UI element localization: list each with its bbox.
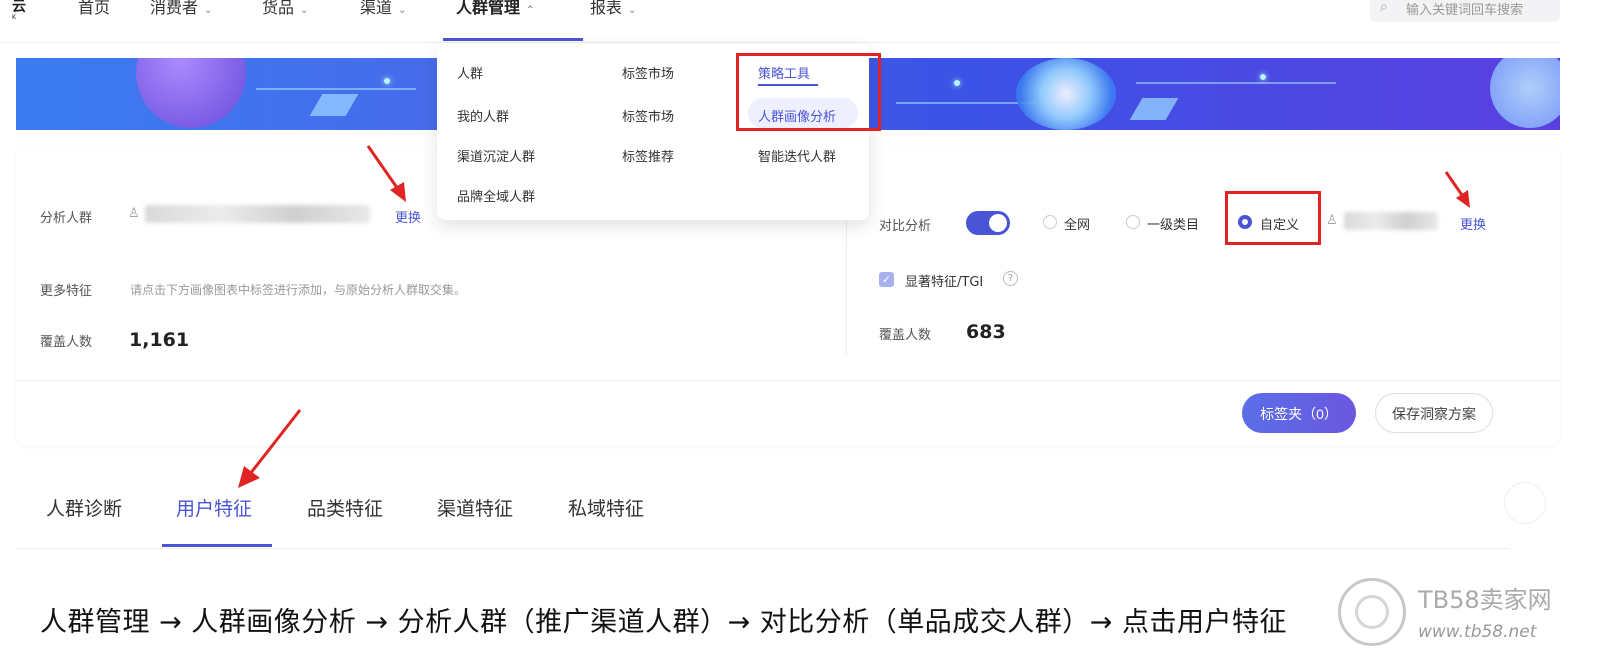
annotation-arrow [238,409,302,488]
banner-node [384,78,390,84]
search-input[interactable]: ⌕ 输入关键词回车搜索 [1370,0,1560,22]
compare-coverage-value: 683 [966,321,1006,343]
banner-node [954,80,960,86]
chevron-down-icon: ⌄ [628,5,637,16]
nav-active-indicator [443,38,583,41]
compare-analysis-toggle[interactable] [966,211,1010,235]
menu-item-tag-market[interactable]: 标签市场 [622,63,674,82]
nav-goods-label: 货品 [262,0,295,17]
banner-circuit-line [896,102,1036,104]
nav-home[interactable]: 首页 [78,0,110,18]
radio-first-category[interactable] [1126,215,1140,229]
menu-item-crowd[interactable]: 人群 [457,63,483,82]
chevron-down-icon: ⌄ [300,5,309,16]
analysis-crowd-name-blurred [145,205,370,223]
nav-goods[interactable]: 货品 ⌄ [262,0,308,18]
banner-cube-decoration [1129,98,1179,120]
annotation-highlight-box [1225,191,1321,245]
compare-coverage-label: 覆盖人数 [879,328,932,343]
watermark-logo-icon [1338,578,1406,646]
tab-private-domain-features[interactable]: 私域特征 [568,494,644,521]
user-icon: ♙ [1326,213,1338,228]
menu-item-smart-iterative-crowd[interactable]: 智能迭代人群 [758,146,836,165]
logo-text: 云 [12,0,26,15]
tag-folder-button[interactable]: 标签夹（0） [1242,393,1356,433]
menu-item-tag-recommend[interactable]: 标签推荐 [622,146,674,165]
logo-subtext: K [12,14,16,21]
chevron-down-icon: ⌄ [204,5,213,16]
banner-globe-illustration [1016,58,1116,130]
tab-channel-features[interactable]: 渠道特征 [437,494,513,521]
watermark-title: TB58卖家网 [1418,586,1552,614]
search-icon: ⌕ [1380,0,1388,15]
top-nav: 云 K 首页 消费者 ⌄ 货品 ⌄ 渠道 ⌄ 人群管理 ⌃ 报表 ⌄ ⌕ 输入关键词回车搜… [0,0,1560,43]
radio-first-category-label: 一级类目 [1147,218,1200,233]
toggle-knob [989,214,1007,232]
help-icon[interactable]: ? [1003,271,1018,286]
banner-cube-decoration [309,94,359,116]
banner-circuit-line [256,88,416,90]
tab-category-features[interactable]: 品类特征 [307,494,383,521]
active-tab-indicator [162,544,272,547]
analysis-crowd-label: 分析人群 [40,211,93,226]
annotation-arrow [366,145,406,202]
significant-feature-checkbox[interactable]: ✓ [879,272,894,287]
menu-item-channel-crowd[interactable]: 渠道沉淀人群 [457,146,535,165]
compare-crowd-name-blurred [1344,212,1438,230]
more-features-hint: 请点击下方画像图表中标签进行添加，与原始分析人群取交集。 [130,283,467,297]
search-placeholder: 输入关键词回车搜索 [1406,3,1524,18]
menu-item-tag-market-2[interactable]: 标签市场 [622,106,674,125]
compare-analysis-label: 对比分析 [879,219,932,234]
nav-reports[interactable]: 报表 ⌄ [590,0,636,18]
banner-orb-decoration [136,58,246,128]
instruction-caption: 人群管理 → 人群画像分析 → 分析人群（推广渠道人群）→ 对比分析（单品成交人… [40,607,1287,638]
user-icon: ♙ [128,206,140,221]
change-compare-crowd-link[interactable]: 更换 [1460,214,1486,233]
save-insight-plan-button[interactable]: 保存洞察方案 [1375,393,1493,433]
nav-channel[interactable]: 渠道 ⌄ [360,0,406,18]
more-features-label: 更多特征 [40,284,93,299]
coverage-label: 覆盖人数 [40,335,93,350]
significant-feature-label: 显著特征/TGI [905,275,984,290]
tab-scroll-button[interactable] [1504,482,1546,524]
menu-item-brand-crowd[interactable]: 品牌全域人群 [457,186,535,205]
tab-crowd-diagnosis[interactable]: 人群诊断 [46,494,122,521]
nav-channel-label: 渠道 [360,0,393,17]
radio-all-network[interactable] [1043,215,1057,229]
nav-crowd-management[interactable]: 人群管理 ⌃ [456,0,534,18]
annotation-arrow [1444,171,1470,208]
radio-all-network-label: 全网 [1064,218,1091,233]
banner-circuit-line [1136,82,1336,84]
banner-orb-decoration [1490,58,1560,128]
nav-crowd-management-label: 人群管理 [456,0,521,17]
card-divider [16,380,1560,381]
chevron-down-icon: ⌄ [398,5,407,16]
tab-user-features[interactable]: 用户特征 [176,494,252,521]
nav-consumer-label: 消费者 [150,0,199,17]
nav-consumer[interactable]: 消费者 ⌄ [150,0,212,18]
coverage-value: 1,161 [129,329,190,351]
nav-home-label: 首页 [78,0,111,17]
banner-node [1260,74,1266,80]
nav-reports-label: 报表 [590,0,623,17]
menu-item-my-crowd[interactable]: 我的人群 [457,106,509,125]
app-logo[interactable]: 云 K [12,0,26,21]
chevron-up-icon: ⌃ [526,5,535,16]
watermark-logo-inner [1355,595,1389,629]
annotation-highlight-box [736,53,881,131]
watermark-url: www.tb58.net [1418,622,1537,642]
